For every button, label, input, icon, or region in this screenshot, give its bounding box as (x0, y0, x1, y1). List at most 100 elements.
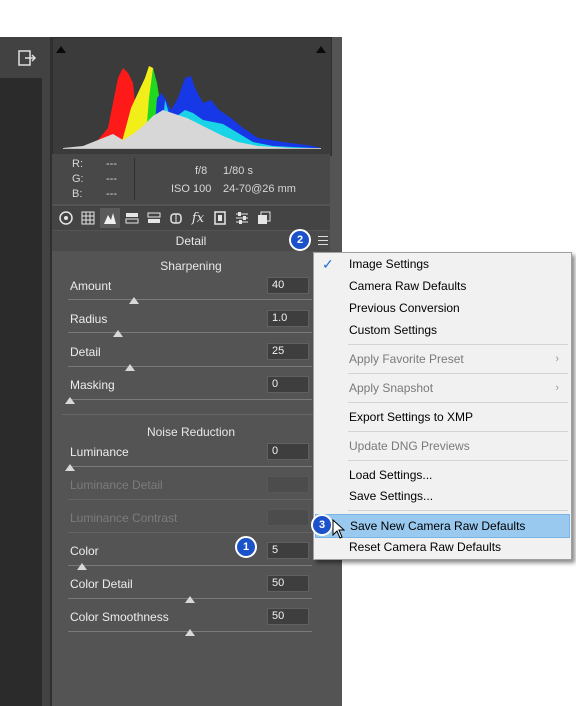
detail-label: Detail (70, 345, 101, 359)
menu-item-label: Reset Camera Raw Defaults (349, 540, 502, 554)
masking-slider-track[interactable] (68, 399, 312, 400)
menu-item-image-settings[interactable]: ✓ Image Settings (314, 253, 571, 275)
presets-icon[interactable] (232, 208, 252, 228)
menu-item-save-new-defaults[interactable]: Save New Camera Raw Defaults (315, 514, 570, 538)
color-slider-thumb[interactable] (77, 563, 87, 570)
menu-item-label: Save Settings... (349, 489, 434, 503)
color-smoothness-field[interactable]: 50 (267, 608, 309, 625)
rgb-readout: R: --- G: --- B: --- f/8 1/80 s ISO 100 24-… (52, 154, 330, 204)
menu-item-camera-raw-defaults[interactable]: Camera Raw Defaults (314, 275, 571, 297)
aperture: f/8 (195, 165, 208, 177)
panel-tabs: fx (52, 206, 330, 230)
menu-item-export-settings[interactable]: Export Settings to XMP (314, 406, 571, 428)
panel-menu-icon[interactable] (318, 236, 328, 245)
g-value: --- (106, 173, 117, 185)
export-icon[interactable] (14, 47, 40, 69)
iso: ISO 100 (171, 183, 212, 195)
histogram-graph (53, 38, 331, 155)
luminance-contrast-field (267, 509, 309, 526)
luminance-slider-thumb[interactable] (65, 464, 75, 471)
color-smoothness-label: Color Smoothness (70, 610, 169, 624)
lens: 24-70@26 mm (223, 183, 296, 195)
submenu-arrow-icon: › (555, 353, 559, 365)
menu-item-label: Apply Favorite Preset (349, 352, 464, 366)
radius-label: Radius (70, 312, 108, 326)
camera-calibration-icon[interactable] (210, 208, 230, 228)
shadow-clipping-icon[interactable] (55, 43, 67, 57)
radius-slider-thumb[interactable] (113, 330, 123, 337)
luminance-detail-field (267, 476, 309, 493)
detail-slider-track[interactable] (68, 366, 312, 367)
luminance-field[interactable]: 0 (267, 443, 309, 460)
color-label: Color (70, 544, 99, 558)
step-badge-1: 1 (235, 536, 257, 558)
menu-item-custom-settings[interactable]: Custom Settings (314, 319, 571, 341)
menu-item-reset-defaults[interactable]: Reset Camera Raw Defaults (314, 536, 571, 558)
masking-field[interactable]: 0 (267, 376, 309, 393)
radius-slider-track[interactable] (68, 332, 312, 333)
b-value: --- (106, 188, 117, 200)
menu-separator (348, 344, 568, 345)
menu-separator (348, 510, 568, 511)
amount-field[interactable]: 40 (267, 277, 309, 294)
checkmark-icon: ✓ (322, 256, 334, 272)
menu-item-apply-snapshot: Apply Snapshot › (314, 377, 571, 399)
luminance-contrast-label: Luminance Contrast (70, 511, 178, 525)
luminance-label: Luminance (70, 445, 129, 459)
detail-field[interactable]: 25 (267, 343, 309, 360)
mouse-cursor-icon (332, 518, 346, 542)
color-smoothness-slider-thumb[interactable] (185, 629, 195, 636)
readout-separator (134, 158, 135, 200)
hsl-icon[interactable] (122, 208, 142, 228)
color-detail-field[interactable]: 50 (267, 575, 309, 592)
menu-item-label: Previous Conversion (349, 301, 460, 315)
step-badge-3: 3 (311, 514, 333, 536)
step-badge-2: 2 (289, 229, 311, 251)
r-value: --- (106, 158, 117, 170)
menu-item-previous-conversion[interactable]: Previous Conversion (314, 297, 571, 319)
highlight-clipping-icon[interactable] (315, 43, 327, 57)
masking-slider-thumb[interactable] (65, 397, 75, 404)
menu-item-load-settings[interactable]: Load Settings... (314, 464, 571, 486)
color-slider-track[interactable] (68, 565, 312, 566)
amount-slider-thumb[interactable] (129, 297, 139, 304)
color-detail-slider-thumb[interactable] (185, 596, 195, 603)
tone-curve-icon[interactable] (78, 208, 98, 228)
menu-item-label: Camera Raw Defaults (349, 279, 467, 293)
settings-context-menu: ✓ Image Settings Camera Raw Defaults Pre… (313, 252, 572, 560)
luminance-slider-track[interactable] (68, 466, 312, 467)
amount-slider-track[interactable] (68, 299, 312, 300)
split-toning-icon[interactable] (144, 208, 164, 228)
detail-icon[interactable] (100, 208, 120, 228)
r-label: R: (72, 158, 83, 170)
radius-field[interactable]: 1.0 (267, 310, 309, 327)
menu-item-save-settings[interactable]: Save Settings... (314, 485, 571, 507)
g-label: G: (72, 173, 84, 185)
top-strip (0, 0, 342, 38)
menu-item-update-dng-previews: Update DNG Previews (314, 435, 571, 457)
menu-item-label: Apply Snapshot (349, 381, 434, 395)
lens-corrections-icon[interactable] (166, 208, 186, 228)
section-separator (62, 414, 322, 415)
menu-separator (348, 431, 568, 432)
snapshots-icon[interactable] (254, 208, 274, 228)
masking-label: Masking (70, 378, 115, 392)
menu-item-label: Load Settings... (349, 468, 433, 482)
detail-slider-thumb[interactable] (125, 364, 135, 371)
menu-item-label: Save New Camera Raw Defaults (350, 519, 526, 533)
basic-icon[interactable] (56, 208, 76, 228)
menu-item-label: Update DNG Previews (349, 439, 470, 453)
menu-separator (348, 373, 568, 374)
sharpening-title: Sharpening (160, 259, 222, 273)
color-detail-label: Color Detail (70, 577, 133, 591)
color-field[interactable]: 5 (267, 542, 309, 559)
menu-item-apply-favorite-preset: Apply Favorite Preset › (314, 348, 571, 370)
luminance-contrast-slider-track (68, 532, 312, 533)
submenu-arrow-icon: › (555, 382, 559, 394)
shutter: 1/80 s (223, 165, 253, 177)
luminance-detail-label: Luminance Detail (70, 478, 163, 492)
b-label: B: (72, 188, 83, 200)
menu-separator (348, 402, 568, 403)
amount-label: Amount (70, 279, 112, 293)
effects-icon[interactable]: fx (188, 208, 208, 228)
